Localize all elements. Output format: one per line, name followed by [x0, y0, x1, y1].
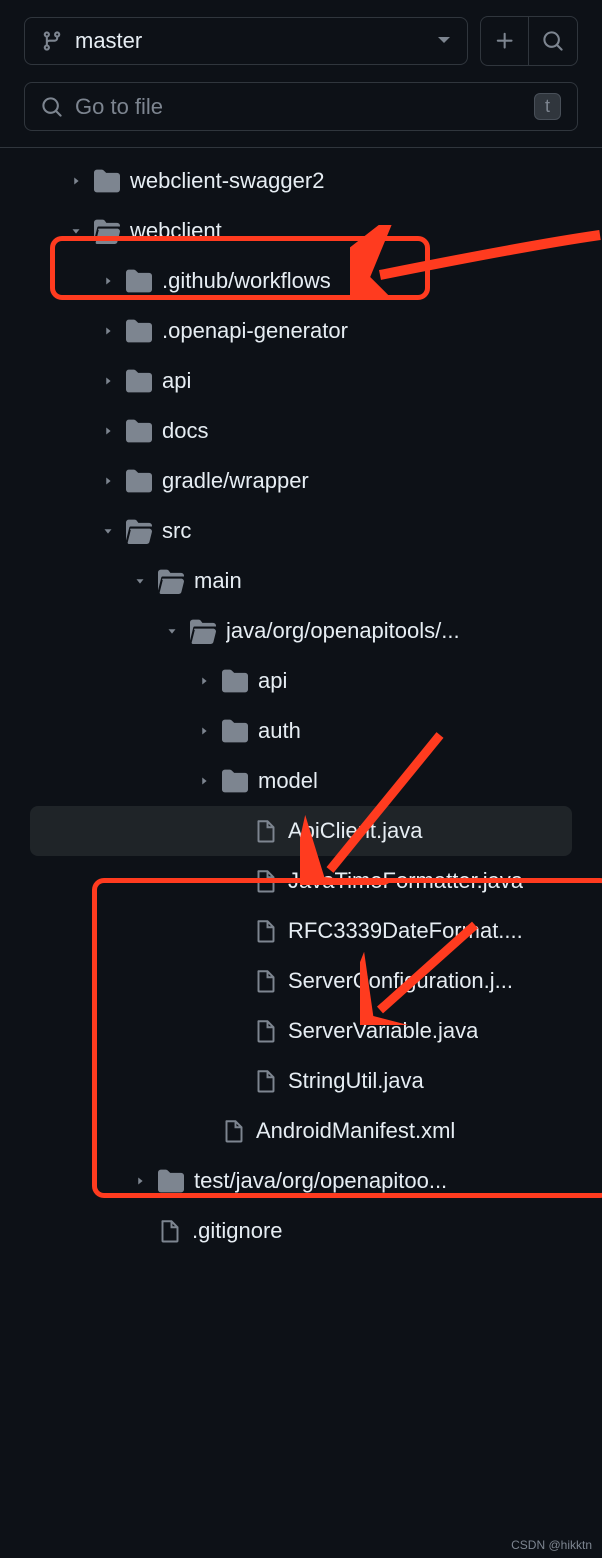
tree-item[interactable]: ApiClient.java [30, 806, 572, 856]
tree-item-label: docs [162, 418, 208, 444]
branch-icon [41, 30, 63, 52]
chevron-right-icon[interactable] [192, 674, 216, 688]
tree-item[interactable]: auth [0, 706, 602, 756]
add-button[interactable] [481, 17, 529, 65]
header-actions [480, 16, 578, 66]
folder-icon [126, 318, 152, 344]
tree-item[interactable]: .gitignore [0, 1206, 602, 1256]
tree-item[interactable]: AndroidManifest.xml [0, 1106, 602, 1156]
file-search[interactable]: t [24, 82, 578, 131]
tree-item-label: auth [258, 718, 301, 744]
tree-item-label: ServerVariable.java [288, 1018, 478, 1044]
folder-icon [126, 368, 152, 394]
folder-icon [222, 768, 248, 794]
search-icon [41, 96, 63, 118]
tree-item[interactable]: StringUtil.java [0, 1056, 602, 1106]
folder-open-icon [158, 568, 184, 594]
tree-item-label: src [162, 518, 191, 544]
tree-item-label: api [258, 668, 287, 694]
tree-item-label: java/org/openapitools/... [226, 618, 460, 644]
chevron-right-icon[interactable] [96, 474, 120, 488]
file-icon [222, 1119, 246, 1143]
tree-item-label: StringUtil.java [288, 1068, 424, 1094]
chevron-down-icon[interactable] [96, 524, 120, 538]
chevron-right-icon[interactable] [64, 174, 88, 188]
tree-item[interactable]: docs [0, 406, 602, 456]
folder-icon [126, 268, 152, 294]
tree-item[interactable]: ServerConfiguration.j... [0, 956, 602, 1006]
tree-item-label: ServerConfiguration.j... [288, 968, 513, 994]
tree-item[interactable]: java/org/openapitools/... [0, 606, 602, 656]
folder-open-icon [94, 218, 120, 244]
chevron-right-icon[interactable] [96, 374, 120, 388]
chevron-right-icon[interactable] [192, 724, 216, 738]
chevron-down-icon[interactable] [128, 574, 152, 588]
file-icon [158, 1219, 182, 1243]
chevron-right-icon[interactable] [192, 774, 216, 788]
tree-item[interactable]: model [0, 756, 602, 806]
tree-item[interactable]: RFC3339DateFormat.... [0, 906, 602, 956]
kbd-hint: t [534, 93, 561, 120]
tree-item-label: JavaTimeFormatter.java [288, 868, 523, 894]
folder-icon [158, 1168, 184, 1194]
file-search-input[interactable] [75, 94, 522, 120]
tree-item-label: .openapi-generator [162, 318, 348, 344]
file-tree: webclient-swagger2 webclient .github/workf… [0, 147, 602, 1264]
dropdown-icon [437, 36, 451, 46]
file-icon [254, 819, 278, 843]
tree-item[interactable]: webclient [0, 206, 602, 256]
file-icon [254, 1019, 278, 1043]
folder-icon [222, 718, 248, 744]
branch-name: master [75, 28, 437, 54]
tree-item[interactable]: .openapi-generator [0, 306, 602, 356]
tree-item[interactable]: api [0, 656, 602, 706]
tree-item-label: webclient-swagger2 [130, 168, 324, 194]
file-icon [254, 969, 278, 993]
folder-icon [94, 168, 120, 194]
file-icon [254, 919, 278, 943]
tree-item[interactable]: api [0, 356, 602, 406]
tree-item[interactable]: test/java/org/openapitoo... [0, 1156, 602, 1206]
tree-item[interactable]: gradle/wrapper [0, 456, 602, 506]
chevron-down-icon[interactable] [160, 624, 184, 638]
folder-open-icon [190, 618, 216, 644]
tree-item[interactable]: .github/workflows [0, 256, 602, 306]
tree-item[interactable]: JavaTimeFormatter.java [0, 856, 602, 906]
tree-item-label: AndroidManifest.xml [256, 1118, 455, 1144]
tree-item-label: test/java/org/openapitoo... [194, 1168, 447, 1194]
folder-icon [222, 668, 248, 694]
folder-icon [126, 418, 152, 444]
branch-selector[interactable]: master [24, 17, 468, 65]
tree-item-label: api [162, 368, 191, 394]
chevron-right-icon[interactable] [96, 274, 120, 288]
watermark: CSDN @hikktn [511, 1538, 592, 1552]
tree-item-label: .gitignore [192, 1218, 283, 1244]
folder-icon [126, 468, 152, 494]
file-icon [254, 869, 278, 893]
tree-item-label: gradle/wrapper [162, 468, 309, 494]
chevron-down-icon[interactable] [64, 224, 88, 238]
chevron-right-icon[interactable] [96, 424, 120, 438]
search-button[interactable] [529, 17, 577, 65]
folder-open-icon [126, 518, 152, 544]
chevron-right-icon[interactable] [128, 1174, 152, 1188]
tree-item[interactable]: main [0, 556, 602, 606]
tree-item[interactable]: src [0, 506, 602, 556]
tree-item-label: RFC3339DateFormat.... [288, 918, 523, 944]
tree-item[interactable]: ServerVariable.java [0, 1006, 602, 1056]
tree-item-label: webclient [130, 218, 222, 244]
tree-item-label: model [258, 768, 318, 794]
chevron-right-icon[interactable] [96, 324, 120, 338]
tree-item-label: ApiClient.java [288, 818, 423, 844]
file-icon [254, 1069, 278, 1093]
tree-item[interactable]: webclient-swagger2 [0, 156, 602, 206]
tree-item-label: .github/workflows [162, 268, 331, 294]
tree-item-label: main [194, 568, 242, 594]
